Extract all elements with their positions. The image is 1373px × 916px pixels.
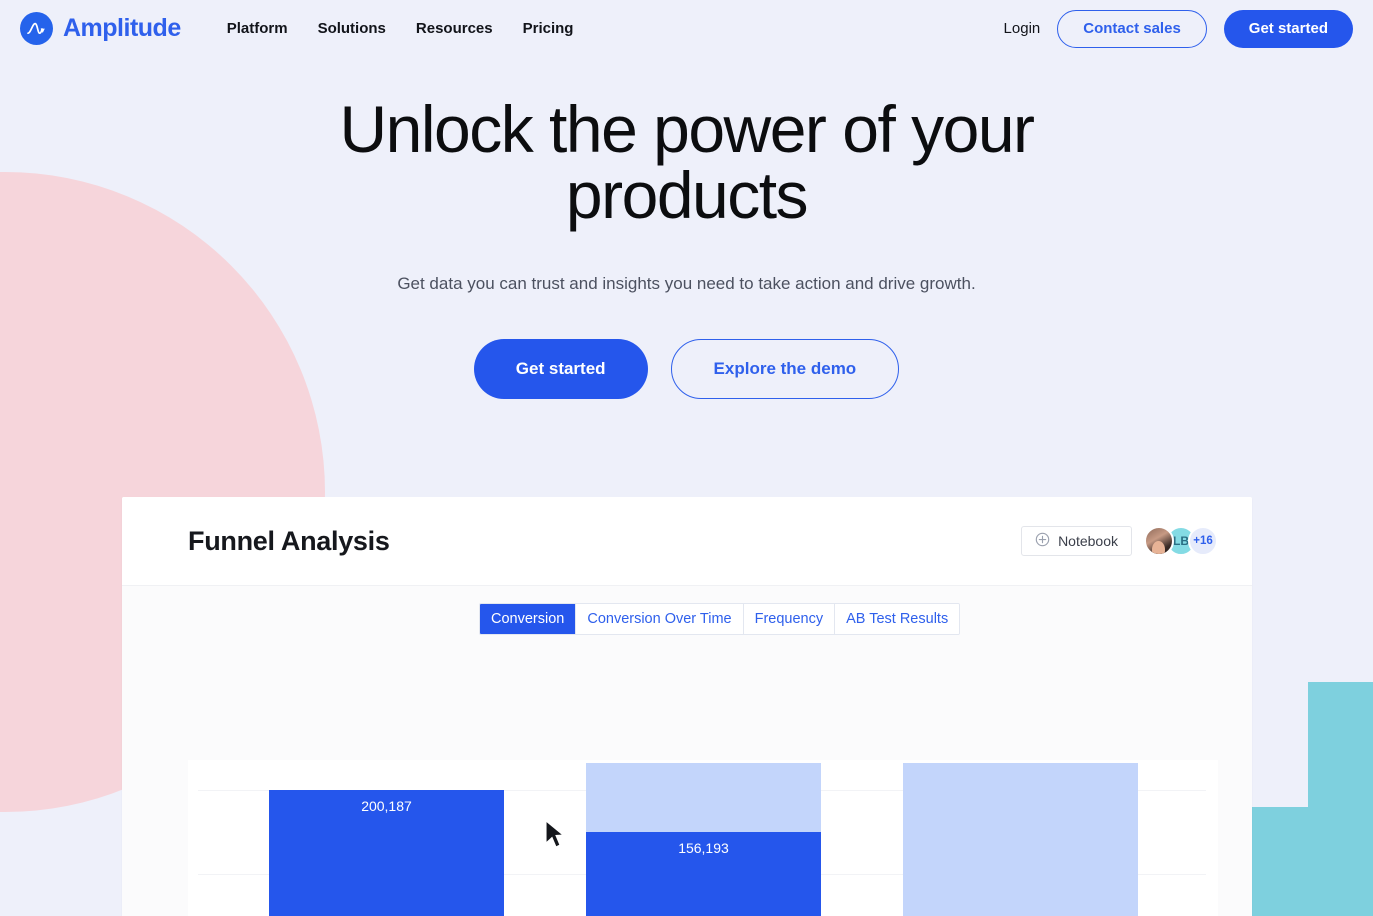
tab-ab-test-results[interactable]: AB Test Results <box>834 604 960 634</box>
product-screenshot-card: Funnel Analysis Notebook LB +16 Conversi… <box>122 497 1252 916</box>
login-link[interactable]: Login <box>1004 20 1041 37</box>
funnel-bar[interactable] <box>903 763 1138 916</box>
hero-section: Unlock the power of your products Get da… <box>0 96 1373 399</box>
card-header: Funnel Analysis Notebook LB +16 <box>122 497 1252 586</box>
card-body: Conversion Conversion Over Time Frequenc… <box>122 586 1252 916</box>
hero-cta-group: Get started Explore the demo <box>0 339 1373 399</box>
chart-tabs: Conversion Conversion Over Time Frequenc… <box>479 603 961 635</box>
avatar[interactable] <box>1144 526 1174 556</box>
explore-demo-button[interactable]: Explore the demo <box>670 339 900 399</box>
plus-circle-icon <box>1035 532 1050 550</box>
mouse-cursor-icon <box>544 819 566 850</box>
funnel-bar-value: 156,193 <box>678 840 729 856</box>
funnel-bar-segment-converted: 200,187 <box>269 790 504 916</box>
decor-teal-rectangle-tall <box>1308 682 1373 916</box>
funnel-analysis-title: Funnel Analysis <box>188 525 390 556</box>
card-header-actions: Notebook LB +16 <box>1021 526 1218 556</box>
funnel-bar-segment-converted: 156,193 <box>586 832 821 916</box>
top-navbar: Amplitude Platform Solutions Resources P… <box>0 0 1373 57</box>
nav-actions: Login Contact sales Get started <box>1004 9 1353 48</box>
funnel-bar[interactable]: 156,193 <box>586 763 821 916</box>
tab-conversion-over-time[interactable]: Conversion Over Time <box>575 604 743 634</box>
hero-subtitle: Get data you can trust and insights you … <box>397 274 976 293</box>
funnel-bar-chart[interactable]: 200,187 156,193 <box>188 760 1218 916</box>
notebook-button[interactable]: Notebook <box>1021 526 1132 556</box>
get-started-button-nav[interactable]: Get started <box>1223 9 1353 48</box>
nav-links: Platform Solutions Resources Pricing <box>227 20 574 37</box>
funnel-bar-value: 200,187 <box>361 798 412 814</box>
avatar-group[interactable]: LB +16 <box>1144 526 1218 556</box>
amplitude-logo-icon <box>20 12 53 45</box>
funnel-bar-segment-dropped <box>586 763 821 832</box>
funnel-bar[interactable]: 200,187 <box>269 790 504 916</box>
nav-link-solutions[interactable]: Solutions <box>318 20 386 37</box>
tab-frequency[interactable]: Frequency <box>742 604 835 634</box>
page-root: Amplitude Platform Solutions Resources P… <box>0 0 1373 916</box>
chart-panel: 200,187 156,193 <box>188 760 1218 916</box>
page-title: Unlock the power of your products <box>339 92 1035 232</box>
nav-link-pricing[interactable]: Pricing <box>523 20 574 37</box>
funnel-bar-segment-dropped <box>903 763 1138 916</box>
decor-teal-rectangle-short <box>1252 807 1308 916</box>
brand-name: Amplitude <box>63 14 181 42</box>
get-started-button-hero[interactable]: Get started <box>473 339 648 399</box>
avatar-overflow-count[interactable]: +16 <box>1188 526 1218 556</box>
nav-link-resources[interactable]: Resources <box>416 20 493 37</box>
tab-conversion[interactable]: Conversion <box>480 604 576 634</box>
notebook-button-label: Notebook <box>1058 533 1118 549</box>
brand-logo[interactable]: Amplitude <box>20 12 181 45</box>
nav-link-platform[interactable]: Platform <box>227 20 288 37</box>
contact-sales-button[interactable]: Contact sales <box>1057 9 1207 48</box>
